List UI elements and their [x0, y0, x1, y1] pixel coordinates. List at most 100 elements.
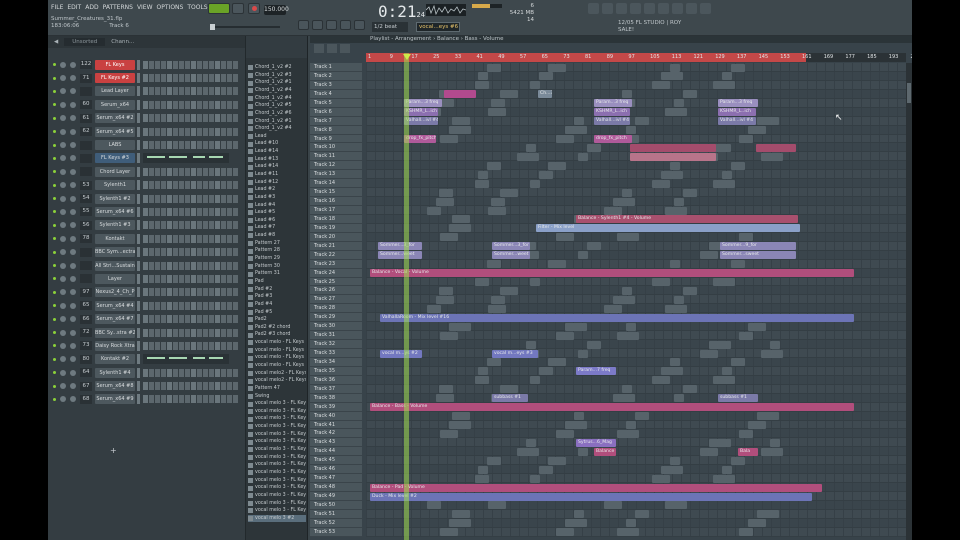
automation-clip[interactable]: Sommer...sweet: [720, 251, 796, 260]
automation-clip[interactable]: vocal m...eys #3: [492, 349, 538, 358]
volume-knob[interactable]: [70, 329, 76, 336]
step-button[interactable]: [215, 74, 220, 83]
pattern-clip[interactable]: [652, 81, 670, 90]
step-button[interactable]: [233, 341, 238, 350]
mixer-track-number[interactable]: [80, 274, 92, 284]
arrow-icon[interactable]: ◀: [54, 39, 58, 45]
pattern-clip[interactable]: [574, 117, 584, 126]
pattern-clip[interactable]: [748, 126, 766, 135]
step-button[interactable]: [209, 60, 214, 69]
step-button[interactable]: [161, 341, 166, 350]
pan-knob[interactable]: [60, 101, 66, 108]
pattern-item[interactable]: vocal melo 3 - FL Keys: [248, 415, 306, 423]
step-button[interactable]: [143, 87, 148, 96]
pattern-item[interactable]: Chord_1_v2 #4: [248, 125, 306, 133]
step-button[interactable]: [185, 181, 190, 190]
pattern-clip[interactable]: [530, 474, 540, 483]
pattern-item[interactable]: Lead #13: [248, 156, 306, 164]
step-button[interactable]: [215, 261, 220, 270]
pattern-clip[interactable]: [500, 90, 518, 99]
step-button[interactable]: [149, 114, 154, 123]
step-button[interactable]: [179, 368, 184, 377]
track-lane[interactable]: [366, 474, 906, 484]
pattern-clip[interactable]: [652, 179, 670, 188]
step-button[interactable]: [179, 234, 184, 243]
pattern-clip[interactable]: [526, 438, 536, 447]
pencil-icon[interactable]: [340, 20, 351, 30]
step-button[interactable]: [185, 274, 190, 283]
track-lane[interactable]: Valhall...ivl #4 Valhall...ivl #4 Valhall.…: [366, 116, 906, 126]
volume-knob[interactable]: [70, 302, 76, 309]
channel-name-button[interactable]: FL Keys #2: [95, 73, 135, 84]
automation-clip[interactable]: vocal m...ys #2: [380, 349, 422, 358]
step-button[interactable]: [161, 114, 166, 123]
pattern-clip[interactable]: [449, 322, 471, 331]
step-sequencer[interactable]: [143, 221, 238, 230]
automation-clip[interactable]: Balance - ome: [594, 447, 616, 456]
step-button[interactable]: [209, 234, 214, 243]
track-header[interactable]: Track 37: [310, 384, 362, 394]
pattern-clip[interactable]: [757, 412, 779, 421]
step-button[interactable]: [197, 234, 202, 243]
step-button[interactable]: [209, 114, 214, 123]
step-button[interactable]: [233, 395, 238, 404]
pattern-item[interactable]: Pattern 28: [248, 247, 306, 255]
step-button[interactable]: [143, 382, 148, 391]
song-mode-icon[interactable]: [312, 20, 323, 30]
step-button[interactable]: [221, 234, 226, 243]
pattern-selector[interactable]: vocal...eys #6: [416, 22, 460, 32]
step-button[interactable]: [227, 301, 232, 310]
step-button[interactable]: [155, 234, 160, 243]
channel-select-switch[interactable]: [137, 113, 140, 124]
step-button[interactable]: [215, 181, 220, 190]
step-button[interactable]: [197, 328, 202, 337]
step-button[interactable]: [191, 328, 196, 337]
step-button[interactable]: [215, 382, 220, 391]
timeline-ruler[interactable]: 1 9 17 25 33 41 49 57 65 73 81 89 97 105 113 121 129 137 1…: [366, 53, 912, 62]
pattern-item[interactable]: Swing: [248, 393, 306, 401]
track-header[interactable]: Track 22: [310, 250, 362, 260]
channel-row[interactable]: 67 Serum_x64 #8: [48, 379, 246, 392]
step-button[interactable]: [191, 167, 196, 176]
pattern-clip[interactable]: [661, 367, 683, 376]
step-button[interactable]: [215, 288, 220, 297]
channel-name-button[interactable]: Serum_x64: [95, 99, 135, 110]
step-button[interactable]: [209, 167, 214, 176]
pattern-clip[interactable]: [604, 501, 622, 510]
step-button[interactable]: [191, 261, 196, 270]
menu-add[interactable]: ADD: [85, 4, 98, 11]
pattern-item[interactable]: Lead #7: [248, 224, 306, 232]
step-button[interactable]: [209, 328, 214, 337]
pattern-item[interactable]: Lead #4: [248, 202, 306, 210]
track-lane[interactable]: [366, 429, 906, 439]
automation-clip[interactable]: KSHMR_L..ich: [404, 108, 438, 117]
step-button[interactable]: [221, 100, 226, 109]
mini-piano-roll[interactable]: [143, 354, 229, 365]
track-lane[interactable]: ValhallaRoom - Mix level #16: [366, 313, 906, 323]
step-sequencer[interactable]: [143, 382, 238, 391]
track-header[interactable]: Track 46: [310, 465, 362, 475]
step-button[interactable]: [167, 127, 172, 136]
step-sequencer[interactable]: [143, 100, 238, 109]
step-button[interactable]: [173, 194, 178, 203]
volume-knob[interactable]: [70, 101, 76, 108]
automation-clip[interactable]: Valhall...ivl #4: [718, 117, 756, 126]
step-button[interactable]: [209, 315, 214, 324]
pattern-clip[interactable]: [487, 260, 501, 269]
channel-led-icon[interactable]: [53, 103, 56, 107]
step-button[interactable]: [179, 167, 184, 176]
channel-led-icon[interactable]: [53, 357, 56, 361]
step-button[interactable]: [221, 315, 226, 324]
pattern-clip[interactable]: [539, 367, 553, 376]
pattern-item[interactable]: Pattern 29: [248, 255, 306, 263]
step-button[interactable]: [173, 328, 178, 337]
channel-name-button[interactable]: FL Keys: [95, 59, 135, 70]
step-button[interactable]: [227, 181, 232, 190]
track-header[interactable]: Track 16: [310, 197, 362, 206]
step-button[interactable]: [173, 114, 178, 123]
pattern-clip[interactable]: [530, 376, 540, 385]
pattern-item[interactable]: Pad #5: [248, 309, 306, 317]
automation-clip[interactable]: Sommer...weet: [492, 251, 530, 260]
step-button[interactable]: [233, 141, 238, 150]
automation-clip[interactable]: Sommer...3_for: [378, 242, 422, 251]
